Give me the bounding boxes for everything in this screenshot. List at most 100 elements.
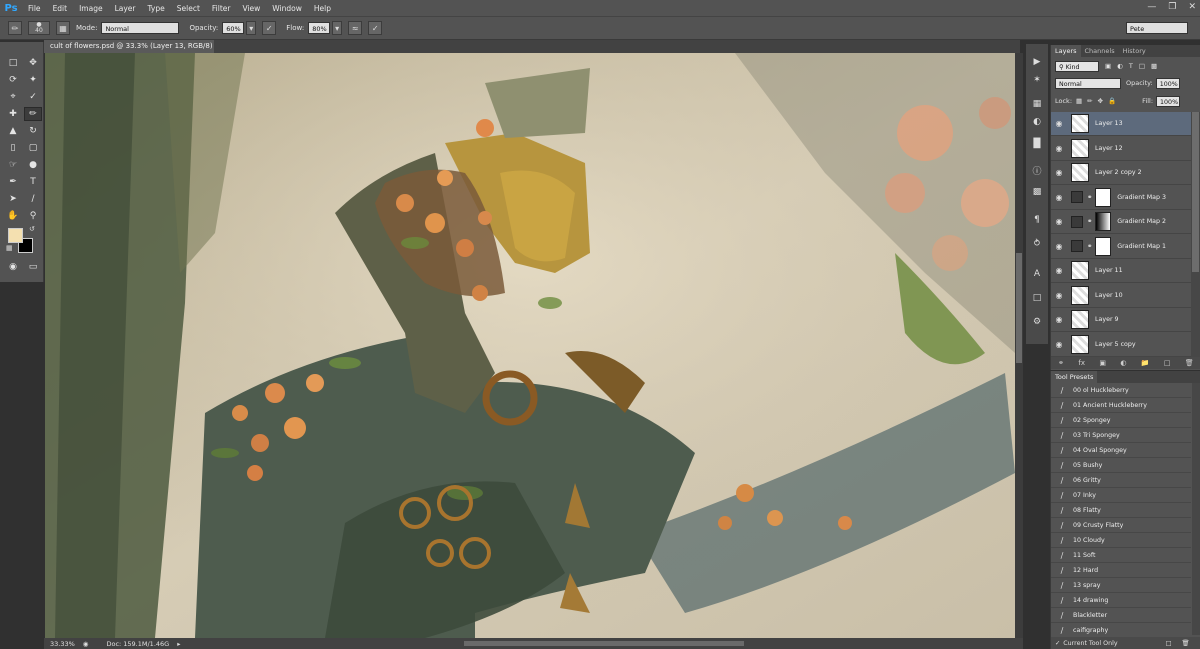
crop-tool-icon[interactable]: ⌖: [4, 90, 22, 104]
document-canvas[interactable]: [45, 53, 1015, 638]
lock-all-icon[interactable]: 🔒: [1108, 97, 1116, 105]
visibility-eye-icon[interactable]: ◉: [1051, 242, 1067, 251]
status-info-icon[interactable]: ◉: [83, 640, 89, 648]
brush-tool-preset-icon[interactable]: ✏: [8, 21, 22, 35]
smart-filter-icon[interactable]: ▩: [1151, 62, 1157, 70]
screen-mode-icon[interactable]: ▭: [24, 260, 42, 274]
airbrush-icon[interactable]: ≈: [348, 21, 363, 35]
new-adjustment-icon[interactable]: ◐: [1120, 359, 1126, 367]
layer-row[interactable]: ◉ Layer 2 copy 2: [1051, 161, 1191, 185]
current-tool-only-checkbox[interactable]: ✓: [1055, 640, 1060, 647]
status-menu-icon[interactable]: ▸: [177, 640, 180, 648]
add-mask-icon[interactable]: ▣: [1099, 359, 1106, 367]
lasso-tool-icon[interactable]: ⟳: [4, 73, 22, 87]
layer-name[interactable]: Layer 11: [1095, 267, 1123, 274]
gradient-tool-icon[interactable]: ▢: [24, 141, 42, 155]
menu-layer[interactable]: Layer: [109, 4, 142, 13]
adjustment-filter-icon[interactable]: ◐: [1117, 62, 1123, 70]
close-icon[interactable]: ✕: [1188, 2, 1196, 12]
menu-edit[interactable]: Edit: [47, 4, 74, 13]
menu-image[interactable]: Image: [73, 4, 109, 13]
layer-mask-thumbnail[interactable]: [1095, 236, 1112, 256]
visibility-eye-icon[interactable]: ◉: [1051, 193, 1067, 202]
tab-channels[interactable]: Channels: [1081, 47, 1119, 55]
new-layer-icon[interactable]: □: [1164, 359, 1171, 367]
menu-type[interactable]: Type: [142, 4, 171, 13]
layer-row[interactable]: ◉ ⚭ Gradient Map 3: [1051, 186, 1191, 210]
menu-select[interactable]: Select: [171, 4, 206, 13]
visibility-eye-icon[interactable]: ◉: [1051, 119, 1067, 128]
pressure-opacity-icon[interactable]: ✓: [262, 21, 277, 35]
tab-layers[interactable]: Layers: [1051, 45, 1081, 57]
line-tool-icon[interactable]: ∕: [24, 192, 42, 206]
lock-position-icon[interactable]: ✥: [1098, 97, 1103, 105]
layer-mask-thumbnail[interactable]: [1095, 187, 1112, 207]
menu-help[interactable]: Help: [308, 4, 337, 13]
mask-link-icon[interactable]: ⚭: [1087, 194, 1092, 201]
eraser-tool-icon[interactable]: ▯: [4, 141, 22, 155]
layers-scrollbar[interactable]: [1191, 112, 1200, 360]
layer-style-icon[interactable]: fx: [1078, 359, 1085, 367]
blend-mode-select[interactable]: Normal: [1055, 77, 1121, 89]
layer-row[interactable]: ◉ Layer 9: [1051, 308, 1191, 332]
layer-name[interactable]: Layer 2 copy 2: [1095, 169, 1142, 176]
layer-row[interactable]: ◉ Layer 12: [1051, 137, 1191, 161]
layer-row[interactable]: ◉ ⚭ Gradient Map 2: [1051, 210, 1191, 234]
layer-name[interactable]: Layer 10: [1095, 292, 1123, 299]
navigator-icon[interactable]: ▩: [1029, 184, 1045, 200]
hand-tool-icon[interactable]: ✋: [4, 209, 22, 223]
preset-item[interactable]: ∕ 05 Bushy: [1051, 458, 1191, 473]
preset-item[interactable]: ∕ 02 Spongey: [1051, 413, 1191, 428]
layer-name[interactable]: Layer 12: [1095, 145, 1123, 152]
path-selection-tool-icon[interactable]: ➤: [4, 192, 22, 206]
layer-row[interactable]: ◉ ⚭ Gradient Map 1: [1051, 235, 1191, 259]
magic-wand-tool-icon[interactable]: ✦: [24, 73, 42, 87]
preset-item[interactable]: ∕ 10 Cloudy: [1051, 533, 1191, 548]
zoom-level[interactable]: 33.33%: [50, 640, 75, 648]
swatches-icon[interactable]: ▦: [1029, 96, 1045, 112]
layer-thumbnail[interactable]: [1071, 163, 1089, 182]
lock-transparent-icon[interactable]: ▦: [1076, 97, 1082, 105]
pressure-size-icon[interactable]: ✓: [368, 21, 383, 35]
workspace-select[interactable]: Pete: [1126, 22, 1188, 34]
pixel-filter-icon[interactable]: ▣: [1105, 62, 1111, 70]
shape-filter-icon[interactable]: □: [1139, 62, 1145, 70]
adjustments-icon[interactable]: ◐: [1029, 114, 1045, 130]
properties-icon[interactable]: ⚙: [1029, 314, 1045, 330]
delete-layer-icon[interactable]: 🗑: [1185, 359, 1194, 367]
layer-name[interactable]: Layer 5 copy: [1095, 341, 1136, 348]
layer-name[interactable]: Gradient Map 3: [1117, 194, 1166, 201]
layer-row[interactable]: ◉ Layer 11: [1051, 259, 1191, 283]
healing-brush-tool-icon[interactable]: ✚: [4, 107, 22, 121]
foreground-color-swatch[interactable]: [8, 228, 23, 243]
preset-item[interactable]: ∕ Blackletter: [1051, 608, 1191, 623]
presets-scrollbar[interactable]: [1192, 383, 1200, 635]
flow-field[interactable]: 80%: [308, 22, 331, 34]
fill-field[interactable]: 100%: [1156, 95, 1181, 107]
vertical-scroll-thumb[interactable]: [1016, 253, 1022, 363]
minimize-icon[interactable]: —: [1147, 2, 1156, 12]
visibility-eye-icon[interactable]: ◉: [1051, 266, 1067, 275]
tab-history[interactable]: History: [1119, 47, 1150, 55]
menu-window[interactable]: Window: [266, 4, 308, 13]
preset-item[interactable]: ∕ 00 ol Huckleberry: [1051, 383, 1191, 398]
histogram-icon[interactable]: █: [1029, 136, 1045, 152]
mode-select[interactable]: Normal: [101, 22, 180, 34]
dodge-tool-icon[interactable]: ●: [24, 158, 42, 172]
new-group-icon[interactable]: 📁: [1141, 359, 1150, 367]
layer-mask-thumbnail[interactable]: [1095, 212, 1112, 231]
flow-dropdown-icon[interactable]: ▾: [332, 21, 343, 35]
preset-item[interactable]: ∕ 03 Tri Spongey: [1051, 428, 1191, 443]
visibility-eye-icon[interactable]: ◉: [1051, 168, 1067, 177]
layer-name[interactable]: Layer 9: [1095, 316, 1119, 323]
kind-filter-select[interactable]: ⚲ Kind: [1055, 60, 1099, 72]
preset-item[interactable]: ∕ 11 Soft: [1051, 548, 1191, 563]
paths-icon[interactable]: ⥁: [1029, 236, 1045, 252]
brush-panel-toggle-icon[interactable]: ▦: [56, 21, 70, 35]
visibility-eye-icon[interactable]: ◉: [1051, 315, 1067, 324]
document-tab[interactable]: cult of flowers.psd @ 33.3% (Layer 13, R…: [44, 40, 214, 63]
move-tool-icon[interactable]: ✥: [24, 56, 42, 70]
horizontal-scroll-thumb[interactable]: [464, 641, 744, 646]
pen-tool-icon[interactable]: ✒: [4, 175, 22, 189]
menu-file[interactable]: File: [22, 4, 47, 13]
